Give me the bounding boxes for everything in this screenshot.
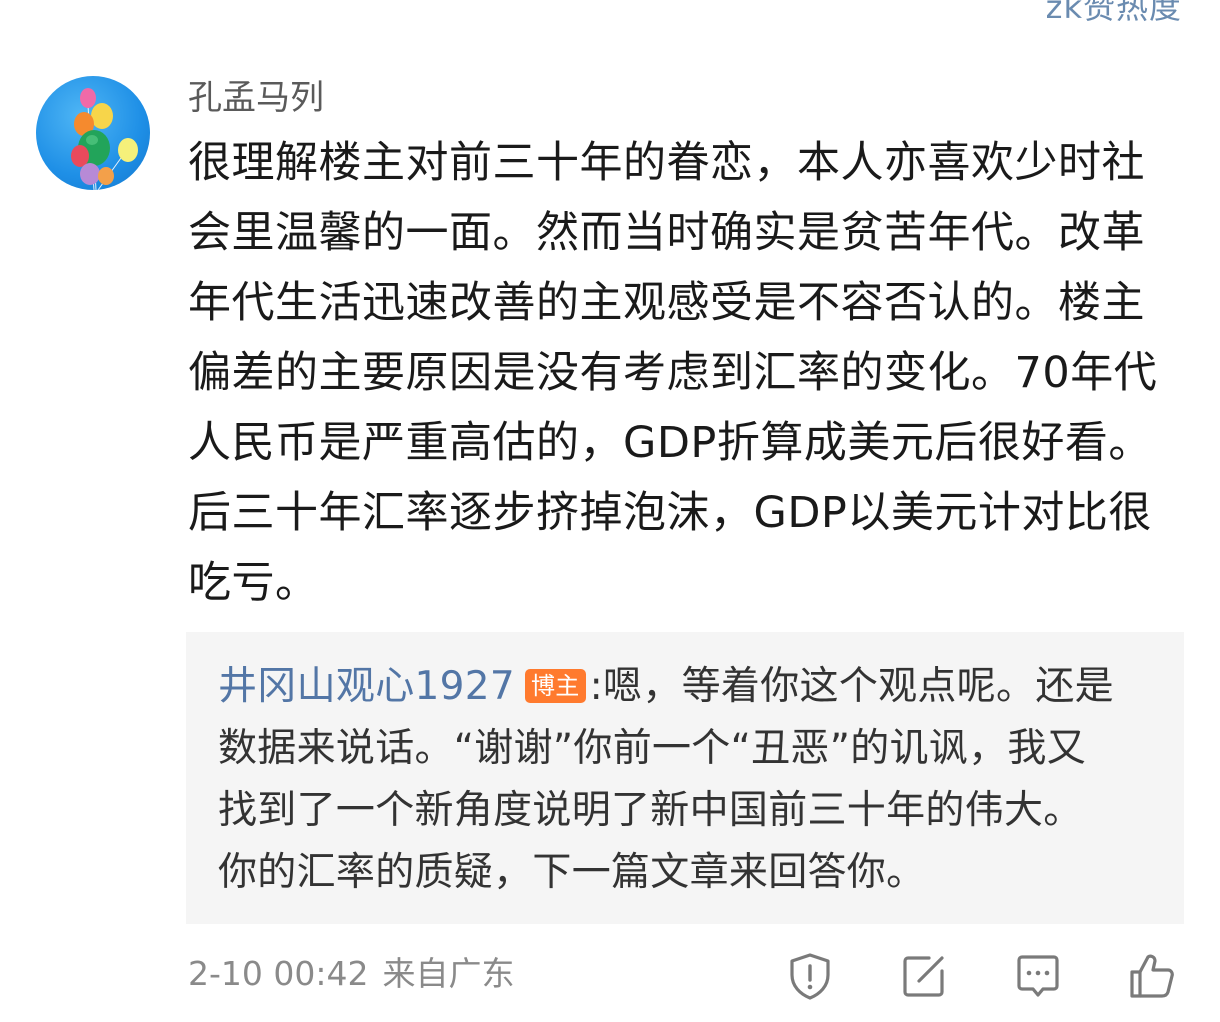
report-shield-icon — [790, 953, 830, 1000]
reply-author-link[interactable]: 井冈山观心1927 — [218, 664, 515, 709]
header-partial-text: zk赞热度 — [1045, 0, 1182, 26]
comment-username[interactable]: 孔孟马列 — [188, 76, 324, 120]
edit-icon — [903, 956, 944, 997]
reply-button[interactable] — [1010, 948, 1066, 1004]
comment-meta: 2-10 00:42 来自广东 — [188, 952, 515, 996]
reply-separator: : — [589, 664, 604, 709]
comment-text: 很理解楼主对前三十年的眷恋，本人亦喜欢少时社会里温馨的一面。然而当时确实是贫苦年… — [188, 138, 1158, 608]
avatar-balloons-icon — [71, 88, 138, 190]
like-thumb-icon — [1130, 954, 1174, 998]
edit-button[interactable] — [896, 948, 952, 1004]
reply-box[interactable]: 井冈山观心1927 博主:嗯，等着你这个观点呢。还是数据来说话。“谢谢”你前一个“… — [186, 632, 1184, 924]
report-button[interactable] — [782, 948, 838, 1004]
blogger-badge: 博主 — [524, 669, 586, 703]
reply-comment-icon — [1017, 955, 1059, 997]
comment-actions — [724, 948, 1180, 1004]
reply-content: 井冈山观心1927 博主:嗯，等着你这个观点呢。还是数据来说话。“谢谢”你前一个“… — [218, 656, 1124, 904]
avatar[interactable] — [36, 76, 150, 190]
like-button[interactable] — [1124, 948, 1180, 1004]
comment-time: 2-10 00:42 — [188, 954, 369, 993]
comment-location: 来自广东 — [382, 954, 515, 993]
